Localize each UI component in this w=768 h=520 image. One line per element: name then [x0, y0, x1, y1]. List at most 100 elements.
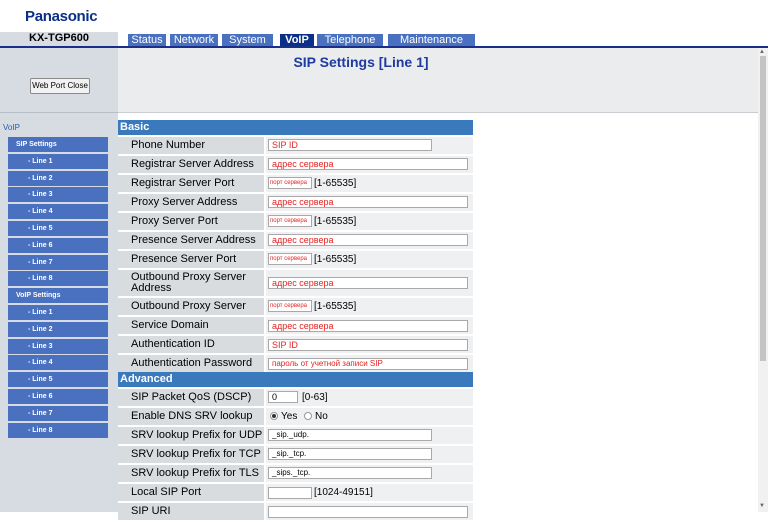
sip-qos-label: SIP Packet QoS (DSCP): [118, 389, 264, 406]
tab-status[interactable]: Status: [128, 34, 166, 46]
proxy-address-input[interactable]: адрес сервера: [268, 196, 468, 208]
local-sip-port-cell: [1024-49151]: [266, 484, 473, 501]
auth-id-cell: SIP ID: [266, 336, 473, 353]
sidebar-item-line[interactable]: - Line 8: [8, 423, 108, 438]
outbound-port-label: Outbound Proxy Server Port: [118, 298, 264, 329]
sidebar-item-line[interactable]: - Line 1: [8, 154, 108, 169]
scroll-down-arrow-icon[interactable]: ▼: [759, 503, 765, 509]
sidebar-item-heading[interactable]: VoIP Settings: [8, 288, 108, 303]
auth-id-input[interactable]: SIP ID: [268, 339, 468, 351]
page-scrollbar[interactable]: ▲ ▼: [758, 48, 768, 512]
row-auth-password: Authentication Password пароль от учетно…: [118, 355, 473, 372]
service-domain-label: Service Domain: [118, 317, 264, 334]
proxy-address-cell: адрес сервера: [266, 194, 473, 211]
sidebar: Web Port Close VoIP SIP Settings - Line 1…: [0, 48, 118, 512]
sidebar-item-line[interactable]: - Line 3: [8, 187, 108, 202]
sidebar-item-heading[interactable]: SIP Settings: [8, 137, 108, 152]
local-sip-port-input[interactable]: [268, 487, 312, 499]
outbound-port-range: [1-65535]: [314, 301, 357, 312]
row-outbound-port: Outbound Proxy Server Port порт сервера …: [118, 298, 473, 329]
srv-tls-input[interactable]: _sips._tcp.: [268, 467, 432, 479]
outbound-address-input[interactable]: адрес сервера: [268, 277, 468, 289]
presence-port-input[interactable]: порт сервера: [268, 253, 312, 265]
sidebar-item-line[interactable]: - Line 4: [8, 204, 108, 219]
srv-udp-input[interactable]: _sip._udp.: [268, 429, 432, 441]
row-dns-srv: Enable DNS SRV lookup Yes No: [118, 408, 473, 425]
auth-password-cell: пароль от учетной записи SIP: [266, 355, 473, 372]
auth-password-input[interactable]: пароль от учетной записи SIP: [268, 358, 468, 370]
page-title: SIP Settings [Line 1]: [293, 54, 429, 70]
row-srv-tls: SRV lookup Prefix for TLS _sips._tcp.: [118, 465, 473, 482]
tab-voip[interactable]: VoIP: [280, 34, 314, 46]
srv-tcp-input[interactable]: _sip._tcp.: [268, 448, 432, 460]
sidebar-item-line[interactable]: - Line 7: [8, 406, 108, 421]
presence-port-cell: порт сервера [1-65535]: [266, 251, 473, 268]
outbound-address-cell: адрес сервера: [266, 270, 473, 296]
scroll-up-arrow-icon[interactable]: ▲: [759, 49, 765, 55]
sip-qos-range: [0-63]: [302, 392, 328, 403]
presence-port-range: [1-65535]: [314, 254, 357, 265]
sip-uri-input[interactable]: [268, 506, 468, 518]
row-sip-qos: SIP Packet QoS (DSCP) 0 [0-63]: [118, 389, 473, 406]
srv-udp-label: SRV lookup Prefix for UDP: [118, 427, 264, 444]
service-domain-cell: адрес сервера: [266, 317, 473, 334]
registrar-address-input[interactable]: адрес сервера: [268, 158, 468, 170]
row-presence-port: Presence Server Port порт сервера [1-655…: [118, 251, 473, 268]
sip-qos-cell: 0 [0-63]: [266, 389, 473, 406]
registrar-address-cell: адрес сервера: [266, 156, 473, 173]
sidebar-item-line[interactable]: - Line 3: [8, 339, 108, 354]
sidebar-item-line[interactable]: - Line 6: [8, 238, 108, 253]
row-auth-id: Authentication ID SIP ID: [118, 336, 473, 353]
sidebar-item-line[interactable]: - Line 7: [8, 255, 108, 270]
section-advanced: Advanced: [118, 372, 473, 387]
radio-unselected-icon: [304, 412, 312, 420]
scroll-thumb[interactable]: [760, 56, 766, 361]
presence-address-cell: адрес сервера: [266, 232, 473, 249]
presence-address-label: Presence Server Address: [118, 232, 264, 249]
tab-system[interactable]: System: [222, 34, 273, 46]
outbound-address-label: Outbound Proxy Server Address: [118, 270, 264, 296]
registrar-port-label: Registrar Server Port: [118, 175, 264, 192]
sidebar-item-line[interactable]: - Line 8: [8, 271, 108, 286]
sidebar-item-line[interactable]: - Line 2: [8, 322, 108, 337]
radio-selected-icon: [270, 412, 278, 420]
sidebar-item-line[interactable]: - Line 2: [8, 171, 108, 186]
row-service-domain: Service Domain адрес сервера: [118, 317, 473, 334]
row-presence-address: Presence Server Address адрес сервера: [118, 232, 473, 249]
header-band: SIP Settings [Line 1]: [118, 48, 758, 113]
sidebar-item-line[interactable]: - Line 4: [8, 355, 108, 370]
row-srv-udp: SRV lookup Prefix for UDP _sip._udp.: [118, 427, 473, 444]
sidebar-item-line[interactable]: - Line 5: [8, 372, 108, 387]
registrar-port-input[interactable]: порт сервера: [268, 177, 312, 189]
dns-srv-yes-radio[interactable]: Yes: [270, 411, 297, 422]
service-domain-input[interactable]: адрес сервера: [268, 320, 468, 332]
outbound-port-input[interactable]: порт сервера: [268, 300, 312, 312]
sidebar-item-line[interactable]: - Line 6: [8, 389, 108, 404]
sidebar-item-line[interactable]: - Line 5: [8, 221, 108, 236]
proxy-address-label: Proxy Server Address: [118, 194, 264, 211]
tab-telephone[interactable]: Telephone: [317, 34, 383, 46]
dns-srv-yes-label: Yes: [281, 411, 298, 422]
brand-logo: Panasonic: [25, 8, 98, 25]
dns-srv-no-radio[interactable]: No: [304, 411, 328, 422]
sip-qos-input[interactable]: 0: [268, 391, 298, 403]
phone-number-input[interactable]: SIP ID: [268, 139, 432, 151]
sidebar-section-voip[interactable]: VoIP: [3, 123, 20, 132]
dns-srv-no-label: No: [315, 411, 328, 422]
proxy-port-input[interactable]: порт сервера: [268, 215, 312, 227]
sidebar-divider: [0, 112, 118, 113]
srv-tcp-label: SRV lookup Prefix for TCP: [118, 446, 264, 463]
tab-network[interactable]: Network: [170, 34, 218, 46]
row-srv-tcp: SRV lookup Prefix for TCP _sip._tcp.: [118, 446, 473, 463]
phone-number-label: Phone Number: [118, 137, 264, 154]
local-sip-port-range: [1024-49151]: [314, 487, 373, 498]
auth-id-label: Authentication ID: [118, 336, 264, 353]
dns-srv-cell: Yes No: [266, 408, 473, 425]
presence-address-input[interactable]: адрес сервера: [268, 234, 468, 246]
sidebar-item-line[interactable]: - Line 1: [8, 305, 108, 320]
proxy-port-label: Proxy Server Port: [118, 213, 264, 230]
tab-maintenance[interactable]: Maintenance: [388, 34, 475, 46]
row-registrar-address: Registrar Server Address адрес сервера: [118, 156, 473, 173]
web-port-close-button[interactable]: Web Port Close: [30, 78, 90, 94]
registrar-port-cell: порт сервера [1-65535]: [266, 175, 473, 192]
